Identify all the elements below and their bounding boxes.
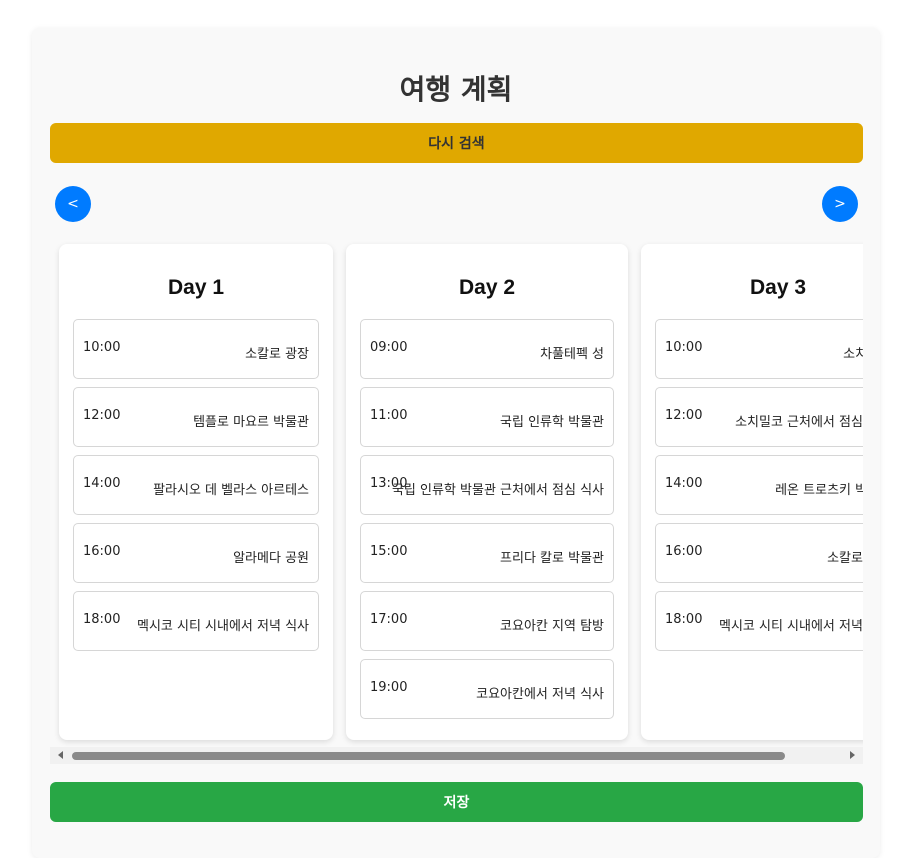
activity-item[interactable]: 10:00 소칼로 광장 xyxy=(73,319,319,379)
save-button[interactable]: 저장 xyxy=(50,782,863,822)
activity-time: 15:00 xyxy=(370,544,408,559)
activity-place: 차풀테펙 성 xyxy=(540,347,604,362)
activity-item[interactable]: 12:00 템플로 마요르 박물관 xyxy=(73,387,319,447)
day-title: Day 3 xyxy=(749,276,807,299)
activity-item[interactable]: 15:00 프리다 칼로 박물관 xyxy=(360,523,614,583)
activity-item[interactable]: 17:00 코요아칸 지역 탐방 xyxy=(360,591,614,651)
activity-item[interactable]: 14:00 레온 트로츠키 박물관 xyxy=(655,455,863,515)
activity-time: 12:00 xyxy=(83,408,121,423)
activity-place: 코요아칸에서 저녁 식사 xyxy=(476,687,604,702)
activity-time: 12:00 xyxy=(665,408,703,423)
activity-time: 17:00 xyxy=(370,612,408,627)
activity-item[interactable]: 18:00 멕시코 시티 시내에서 저녁 식사 xyxy=(655,591,863,651)
activity-place: 멕시코 시티 시내에서 저녁 식사 xyxy=(718,619,863,634)
activity-item[interactable]: 16:00 알라메다 공원 xyxy=(73,523,319,583)
activity-time: 19:00 xyxy=(370,680,408,695)
activity-time: 10:00 xyxy=(665,340,703,355)
activity-place: 프리다 칼로 박물관 xyxy=(500,551,604,566)
activity-time: 11:00 xyxy=(370,408,408,423)
activity-time: 14:00 xyxy=(665,476,703,491)
activity-place: 국립 인류학 박물관 근처에서 점심 식사 xyxy=(391,483,604,498)
activity-time: 09:00 xyxy=(370,340,408,355)
trip-plan-panel: 여행 계획 다시 검색 < > Day 1 10:00 소칼로 광장 12:00… xyxy=(32,28,880,858)
day-card-3: Day 3 10:00 소치밀코 12:00 소치밀코 근처에서 점심 식사 1… xyxy=(641,244,863,740)
activity-item[interactable]: 09:00 차풀테펙 성 xyxy=(360,319,614,379)
scroll-right-arrow-icon[interactable] xyxy=(850,751,855,759)
activity-time: 18:00 xyxy=(665,612,703,627)
scrollbar-thumb[interactable] xyxy=(72,752,785,760)
activity-time: 16:00 xyxy=(665,544,703,559)
activity-time: 16:00 xyxy=(83,544,121,559)
activity-item[interactable]: 13:00 국립 인류학 박물관 근처에서 점심 식사 xyxy=(360,455,614,515)
activity-place: 소치밀코 근처에서 점심 식사 xyxy=(735,415,863,430)
activity-place: 코요아칸 지역 탐방 xyxy=(500,619,604,634)
day-title: Day 2 xyxy=(458,276,516,299)
activity-item[interactable]: 10:00 소치밀코 xyxy=(655,319,863,379)
horizontal-scrollbar[interactable] xyxy=(50,747,863,764)
day-cards-track: Day 1 10:00 소칼로 광장 12:00 템플로 마요르 박물관 14:… xyxy=(50,234,863,750)
day-carousel: Day 1 10:00 소칼로 광장 12:00 템플로 마요르 박물관 14:… xyxy=(50,234,863,764)
activity-item[interactable]: 14:00 팔라시오 데 벨라스 아르테스 xyxy=(73,455,319,515)
activity-item[interactable]: 16:00 소칼로 광장 xyxy=(655,523,863,583)
page-title: 여행 계획 xyxy=(399,73,513,106)
day-card-2: Day 2 09:00 차풀테펙 성 11:00 국립 인류학 박물관 13:0… xyxy=(346,244,628,740)
activity-item[interactable]: 19:00 코요아칸에서 저녁 식사 xyxy=(360,659,614,719)
activity-item[interactable]: 11:00 국립 인류학 박물관 xyxy=(360,387,614,447)
activity-item[interactable]: 18:00 멕시코 시티 시내에서 저녁 식사 xyxy=(73,591,319,651)
activity-place: 소칼로 광장 xyxy=(245,347,309,362)
day-title: Day 1 xyxy=(167,276,225,299)
activity-place: 알라메다 공원 xyxy=(233,551,309,566)
activity-place: 레온 트로츠키 박물관 xyxy=(775,483,863,498)
activity-place: 소칼로 광장 xyxy=(827,551,863,566)
day-card-1: Day 1 10:00 소칼로 광장 12:00 템플로 마요르 박물관 14:… xyxy=(59,244,333,740)
activity-place: 국립 인류학 박물관 xyxy=(500,415,604,430)
activity-place: 소치밀코 xyxy=(843,347,863,362)
activity-time: 10:00 xyxy=(83,340,121,355)
activity-item[interactable]: 12:00 소치밀코 근처에서 점심 식사 xyxy=(655,387,863,447)
scroll-left-arrow-icon[interactable] xyxy=(58,751,63,759)
search-again-button[interactable]: 다시 검색 xyxy=(50,123,863,163)
previous-day-button[interactable]: < xyxy=(55,186,91,222)
activity-time: 18:00 xyxy=(83,612,121,627)
activity-place: 템플로 마요르 박물관 xyxy=(193,415,309,430)
activity-place: 멕시코 시티 시내에서 저녁 식사 xyxy=(136,619,309,634)
next-day-button[interactable]: > xyxy=(822,186,858,222)
activity-place: 팔라시오 데 벨라스 아르테스 xyxy=(153,483,309,498)
activity-time: 14:00 xyxy=(83,476,121,491)
